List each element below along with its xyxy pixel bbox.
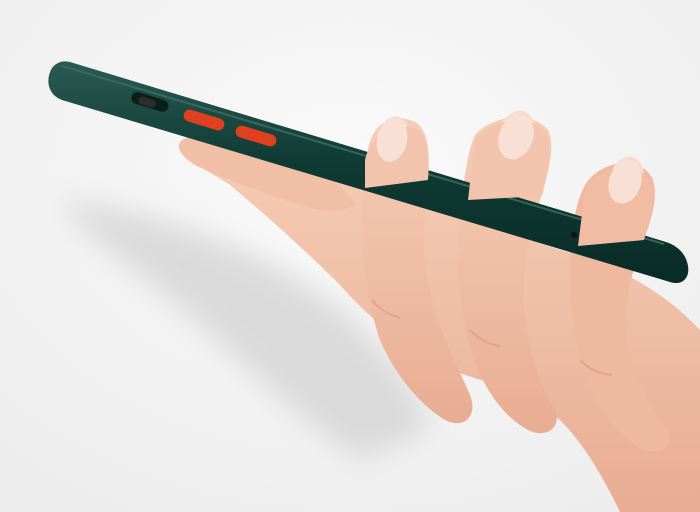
product-photo [0, 0, 700, 512]
photo-illustration [0, 0, 700, 512]
